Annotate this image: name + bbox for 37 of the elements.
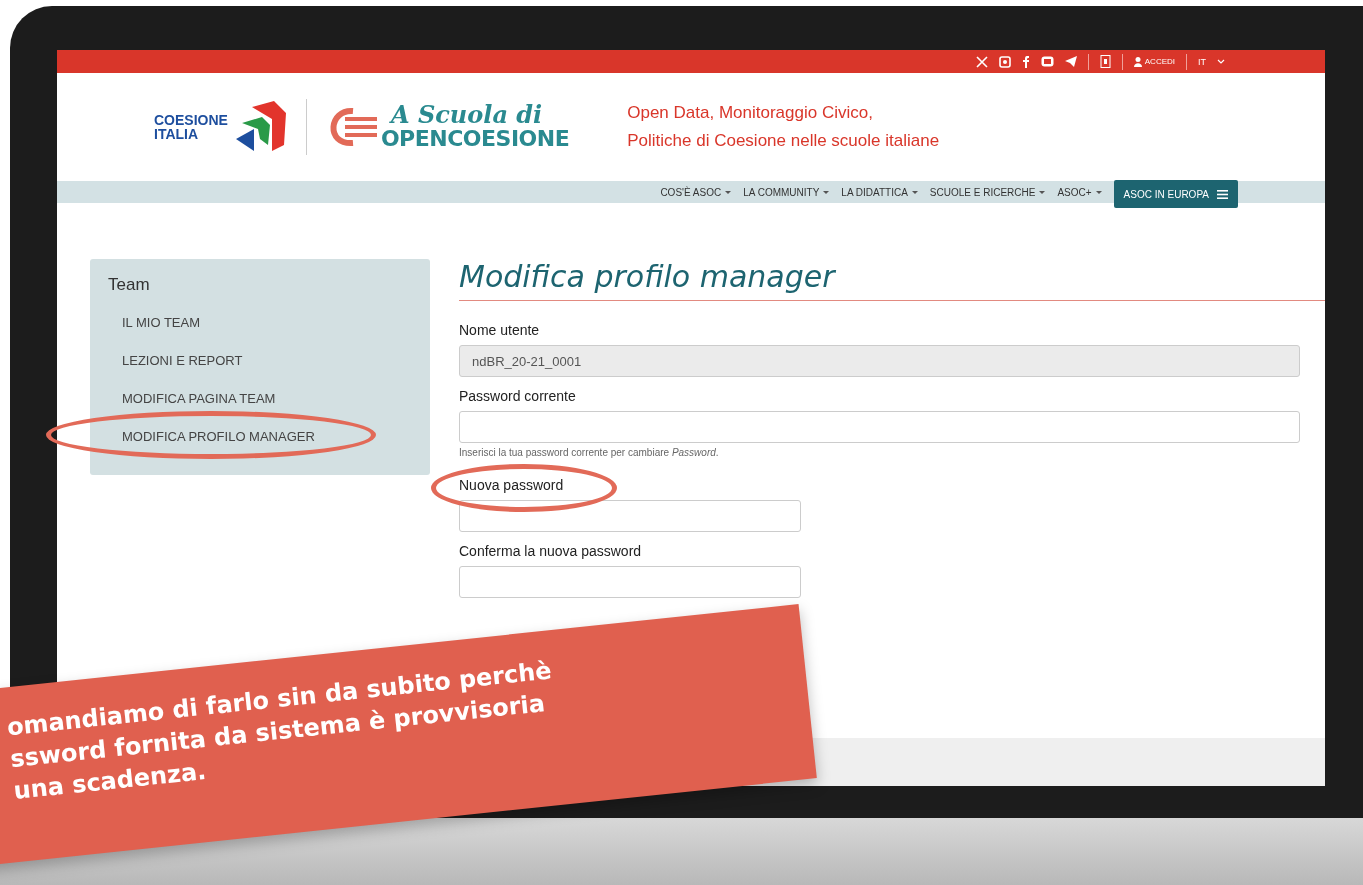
field-label: Password corrente	[459, 388, 576, 404]
nav-item[interactable]: ASOC+	[1057, 186, 1102, 198]
nav-item[interactable]: SCUOLE E RICERCHE	[929, 186, 1046, 198]
field-label: Conferma la nuova password	[459, 543, 642, 559]
help-text: Inserisci la tua password corrente per cambiare Password.	[459, 447, 720, 458]
login-link[interactable]: ACCEDI	[1133, 56, 1175, 67]
field-label: Nome utente	[459, 322, 540, 338]
instagram-icon[interactable]	[998, 55, 1011, 68]
logo-script-text: A Scuola di	[388, 103, 544, 127]
field-label: Nuova password	[459, 477, 564, 493]
login-label: ACCEDI	[1144, 57, 1175, 66]
sidebar-link[interactable]: LEZIONI E REPORT	[122, 353, 243, 368]
telegram-icon[interactable]	[1064, 56, 1077, 67]
input-field[interactable]	[459, 411, 1300, 443]
sidebar-title: Team	[107, 275, 151, 295]
facebook-icon[interactable]	[1021, 55, 1030, 68]
input-field[interactable]	[459, 500, 801, 532]
user-icon	[1133, 56, 1142, 67]
nav-item[interactable]: ASOC IN EUROPA	[1113, 180, 1238, 208]
language-selector[interactable]: IT	[1198, 56, 1206, 67]
video-icon[interactable]	[1040, 56, 1054, 67]
sidebar-link[interactable]: MODIFICA PAGINA TEAM	[122, 391, 276, 406]
sidebar-link[interactable]: IL MIO TEAM	[122, 315, 200, 330]
page-title: Modifica profilo manager	[459, 259, 837, 296]
logo-text: OPENCOESIONE	[380, 127, 570, 151]
input-field[interactable]	[459, 566, 801, 598]
nav-item[interactable]: COS'È ASOC	[660, 186, 732, 198]
menu-icon	[1217, 189, 1228, 199]
tagline-text: Politiche di Coesione nelle scuole italiane	[627, 130, 940, 152]
x-icon[interactable]	[975, 55, 988, 68]
address-book-icon[interactable]	[1099, 55, 1111, 68]
sidebar-link[interactable]: MODIFICA PROFILO MANAGER	[122, 429, 315, 444]
tagline-text: Open Data, Monitoraggio Civico,	[627, 102, 874, 124]
chevron-down-icon[interactable]	[1217, 59, 1225, 64]
logo-text: COESIONE ITALIA	[154, 113, 228, 141]
nav-item[interactable]: LA COMMUNITY	[743, 186, 830, 198]
nav-item[interactable]: LA DIDATTICA	[841, 186, 918, 198]
